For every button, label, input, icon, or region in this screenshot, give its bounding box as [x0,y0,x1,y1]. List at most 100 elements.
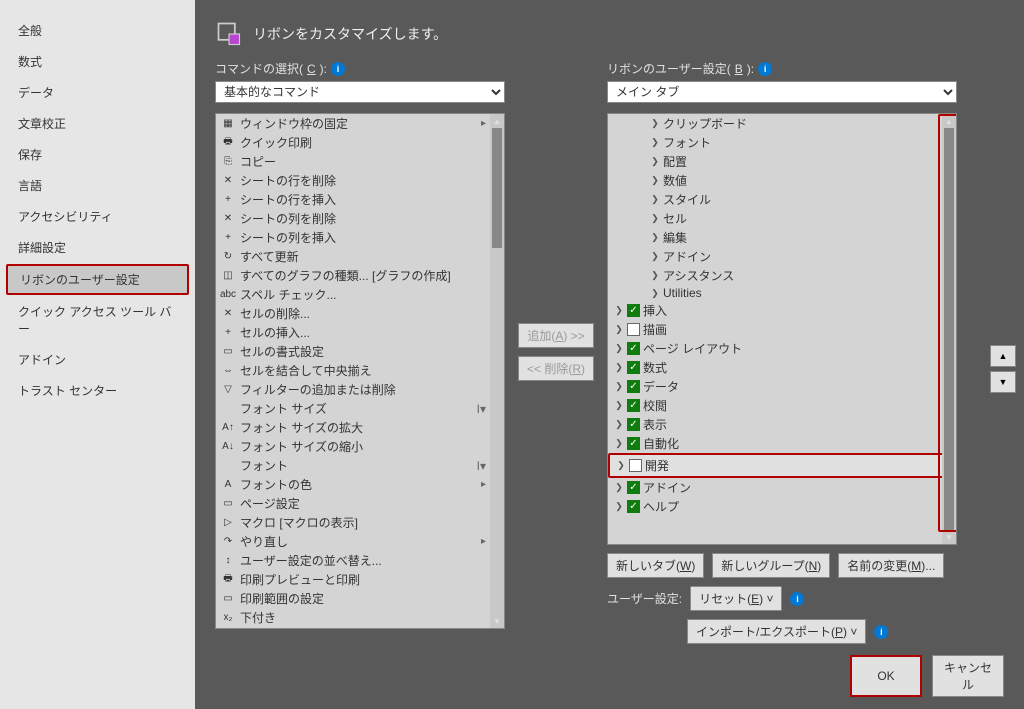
tree-item[interactable]: ❯スタイル [608,190,956,209]
info-icon[interactable]: i [331,62,345,76]
checkbox[interactable]: ✓ [627,304,640,317]
commands-dropdown[interactable]: 基本的なコマンド [215,81,505,103]
chevron-right-icon[interactable]: ❯ [650,288,660,299]
scrollbar[interactable]: ▲ ▼ [942,114,956,544]
tree-item[interactable]: ❯✓ヘルプ [608,497,956,516]
move-up-button[interactable]: ▲ [990,345,1016,367]
tree-item[interactable]: ❯✓挿入 [608,301,956,320]
scroll-thumb[interactable] [944,128,954,530]
tree-item[interactable]: ❯配置 [608,152,956,171]
tree-item[interactable]: ❯✓データ [608,377,956,396]
chevron-right-icon[interactable]: ❯ [650,118,660,129]
add-button[interactable]: 追加(A) >> [518,323,593,348]
sidebar-item[interactable]: 保存 [0,139,195,170]
chevron-right-icon[interactable]: ❯ [616,460,626,471]
info-icon[interactable]: i [874,625,888,639]
chevron-right-icon[interactable]: ❯ [650,251,660,262]
scroll-thumb[interactable] [492,128,502,248]
checkbox[interactable]: ✓ [627,342,640,355]
command-item[interactable]: ◫すべてのグラフの種類... [グラフの作成] [216,266,504,285]
cancel-button[interactable]: キャンセル [932,655,1004,697]
chevron-right-icon[interactable]: ❯ [650,194,660,205]
chevron-right-icon[interactable]: ❯ [650,213,660,224]
checkbox[interactable]: ✓ [627,418,640,431]
command-item[interactable]: ✕シートの行を削除 [216,171,504,190]
command-item[interactable]: ▷マクロ [マクロの表示] [216,513,504,532]
command-item[interactable]: ↻すべて更新 [216,247,504,266]
scroll-up-icon[interactable]: ▲ [942,114,956,128]
sidebar-item[interactable]: 数式 [0,46,195,77]
command-item[interactable]: フォントI▾ [216,456,504,475]
chevron-right-icon[interactable]: ❯ [614,501,624,512]
chevron-right-icon[interactable]: ❯ [614,324,624,335]
tree-item[interactable]: ❯アドイン [608,247,956,266]
sidebar-item[interactable]: リボンのユーザー設定 [6,264,189,295]
sidebar-item[interactable]: 詳細設定 [0,232,195,263]
checkbox[interactable]: ✓ [627,361,640,374]
command-item[interactable]: A↓フォント サイズの縮小 [216,437,504,456]
tree-item[interactable]: ❯フォント [608,133,956,152]
tree-item[interactable]: ❯描画 [608,320,956,339]
chevron-right-icon[interactable]: ❯ [614,438,624,449]
checkbox[interactable]: ✓ [627,437,640,450]
reset-button[interactable]: リセット(E) ˅ [690,586,782,611]
tree-item[interactable]: ❯✓校閲 [608,396,956,415]
chevron-right-icon[interactable]: ❯ [650,137,660,148]
command-item[interactable]: ▦ウィンドウ枠の固定▸ [216,114,504,133]
sidebar-item[interactable]: 全般 [0,15,195,46]
command-item[interactable]: +シートの列を挿入 [216,228,504,247]
scroll-down-icon[interactable]: ▼ [490,614,504,628]
chevron-right-icon[interactable]: ❯ [614,482,624,493]
remove-button[interactable]: << 削除(R) [518,356,594,381]
scroll-down-icon[interactable]: ▼ [942,530,956,544]
command-item[interactable]: 🖶印刷プレビューと印刷 [216,570,504,589]
tree-item[interactable]: ❯数値 [608,171,956,190]
command-item[interactable]: Aフォントの色▸ [216,475,504,494]
sidebar-item[interactable]: データ [0,77,195,108]
command-item[interactable]: ⎘コピー [216,152,504,171]
command-item[interactable]: ▽フィルターの追加または削除 [216,380,504,399]
sidebar-item[interactable]: トラスト センター [0,375,195,406]
tree-item[interactable]: ❯Utilities [608,285,956,301]
info-icon[interactable]: i [790,592,804,606]
move-down-button[interactable]: ▼ [990,371,1016,393]
command-item[interactable]: +シートの行を挿入 [216,190,504,209]
command-item[interactable]: 開ク [216,627,504,628]
command-item[interactable]: ▭ページ設定 [216,494,504,513]
command-item[interactable]: ▭セルの書式設定 [216,342,504,361]
command-item[interactable]: A↑フォント サイズの拡大 [216,418,504,437]
command-item[interactable]: ↷やり直し▸ [216,532,504,551]
checkbox[interactable] [627,323,640,336]
chevron-right-icon[interactable]: ❯ [650,156,660,167]
new-tab-button[interactable]: 新しいタブ(W) [607,553,704,578]
command-item[interactable]: ▭印刷範囲の設定 [216,589,504,608]
tree-item[interactable]: ❯セル [608,209,956,228]
command-item[interactable]: +セルの挿入... [216,323,504,342]
tree-item[interactable]: ❯✓数式 [608,358,956,377]
tree-item[interactable]: ❯開発 [608,453,956,478]
command-item[interactable]: ✕シートの列を削除 [216,209,504,228]
sidebar-item[interactable]: アクセシビリティ [0,201,195,232]
checkbox[interactable]: ✓ [627,500,640,513]
commands-listbox[interactable]: ▦ウィンドウ枠の固定▸🖶クイック印刷⎘コピー✕シートの行を削除+シートの行を挿入… [215,113,505,629]
ribbon-tree[interactable]: ❯クリップボード❯フォント❯配置❯数値❯スタイル❯セル❯編集❯アドイン❯アシスタ… [607,113,957,545]
chevron-right-icon[interactable]: ❯ [614,419,624,430]
tree-item[interactable]: ❯✓アドイン [608,478,956,497]
chevron-right-icon[interactable]: ❯ [614,381,624,392]
import-export-button[interactable]: インポート/エクスポート(P) ˅ [687,619,866,644]
command-item[interactable]: 🖶クイック印刷 [216,133,504,152]
command-item[interactable]: ↕ユーザー設定の並べ替え... [216,551,504,570]
chevron-right-icon[interactable]: ❯ [650,175,660,186]
tree-item[interactable]: ❯アシスタンス [608,266,956,285]
sidebar-item[interactable]: アドイン [0,344,195,375]
chevron-right-icon[interactable]: ❯ [614,305,624,316]
scroll-up-icon[interactable]: ▲ [490,114,504,128]
chevron-right-icon[interactable]: ❯ [650,232,660,243]
checkbox[interactable]: ✓ [627,481,640,494]
command-item[interactable]: abcスペル チェック... [216,285,504,304]
command-item[interactable]: ⇔セルを結合して中央揃え [216,361,504,380]
tree-item[interactable]: ❯✓自動化 [608,434,956,453]
rename-button[interactable]: 名前の変更(M)... [838,553,944,578]
ribbon-dropdown[interactable]: メイン タブ [607,81,957,103]
sidebar-item[interactable]: クイック アクセス ツール バー [0,296,195,344]
